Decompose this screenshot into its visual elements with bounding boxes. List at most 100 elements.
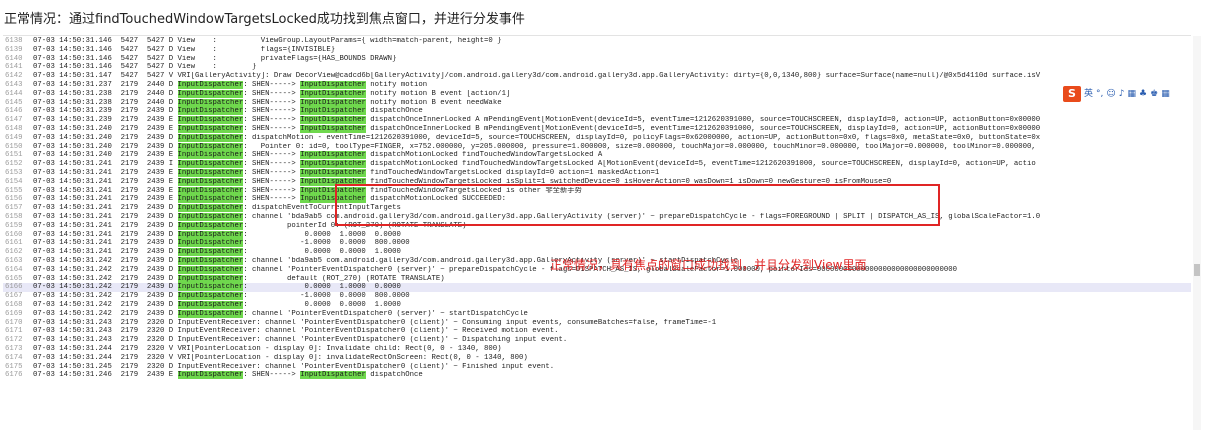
line-number: 6166 [5, 283, 23, 292]
search-highlight: InputDispatcher [300, 81, 366, 89]
log-text: 07-03 14:50:31.237 2179 2440 D [33, 81, 178, 89]
ime-emoji-icon[interactable]: ☺ [1106, 86, 1115, 102]
line-number: 6162 [5, 248, 23, 257]
log-line[interactable]: 6172 07-03 14:50:31.243 2179 2320 D Input… [3, 336, 1191, 345]
log-line[interactable]: 6175 07-03 14:50:31.245 2179 2320 D Input… [3, 363, 1191, 372]
log-viewer[interactable]: 6138 07-03 14:50:31.146 5427 5427 D View … [3, 35, 1191, 433]
line-number: 6146 [5, 107, 23, 116]
search-highlight: InputDispatcher [300, 98, 366, 107]
log-line[interactable]: 6141 07-03 14:50:31.146 5427 5427 D View … [3, 63, 1191, 72]
log-text: 07-03 14:50:31.243 2179 2320 D InputEven… [33, 318, 717, 327]
search-highlight: InputDispatcher [177, 195, 244, 204]
log-line[interactable]: 6153 07-03 14:50:31.241 2179 2439 E Input… [3, 169, 1191, 178]
line-number: 6153 [5, 169, 23, 177]
log-line[interactable]: 6149 07-03 14:50:31.240 2179 2439 D Input… [3, 133, 1191, 143]
log-line[interactable]: 6160 07-03 14:50:31.241 2179 2439 D Input… [3, 230, 1191, 240]
search-highlight: InputDispatcher [177, 169, 244, 177]
ime-skin-icon[interactable]: ♣ [1139, 86, 1147, 102]
line-number: 6158 [5, 213, 23, 221]
search-highlight: InputDispatcher [177, 301, 244, 309]
ime-keyboard-icon[interactable]: ▦ [1128, 86, 1137, 102]
log-line[interactable]: 6176 07-03 14:50:31.246 2179 2439 E Input… [3, 371, 1191, 380]
line-number: 6140 [5, 54, 23, 63]
log-line[interactable]: 6142 07-03 14:50:31.147 5427 5427 V VRI[G… [3, 72, 1191, 81]
log-text: 07-03 14:50:31.241 2179 2439 E [33, 177, 178, 186]
log-line[interactable]: 6166 07-03 14:50:31.242 2179 2439 D Input… [3, 283, 1191, 293]
log-line[interactable]: 6151 07-03 14:50:31.240 2179 2439 E Input… [3, 151, 1191, 160]
screenshot-page: 正常情况：通过findTouchedWindowTargetsLocked成功找… [0, 0, 1213, 433]
ime-toolbar[interactable]: S 英 °, ☺ ♪ ▦ ♣ ♚ ▦ [1063, 86, 1193, 102]
search-highlight: InputDispatcher [300, 186, 366, 195]
log-line[interactable]: 6167 07-03 14:50:31.242 2179 2439 D Input… [3, 292, 1191, 301]
log-line[interactable]: 6144 07-03 14:50:31.238 2179 2440 D Input… [3, 89, 1191, 99]
ime-voice-icon[interactable]: ♪ [1119, 86, 1125, 102]
ime-punctuation-icon[interactable]: °, [1096, 86, 1103, 102]
log-line[interactable]: 6174 07-03 14:50:31.244 2179 2320 V VRI[P… [3, 354, 1191, 363]
log-line[interactable]: 6161 07-03 14:50:31.241 2179 2439 D Input… [3, 239, 1191, 248]
log-text: 07-03 14:50:31.240 2179 2439 E [33, 151, 178, 160]
log-scrollbar[interactable] [1193, 36, 1201, 430]
log-line[interactable]: 6146 07-03 14:50:31.239 2179 2439 D Input… [3, 107, 1191, 116]
log-text: 07-03 14:50:31.239 2179 2439 D [33, 107, 178, 116]
log-text: 07-03 14:50:31.244 2179 2320 V VRI[Point… [33, 345, 502, 353]
search-highlight: InputDispatcher [300, 169, 366, 177]
log-text: : dispatchMotion - eventTime=12126203910… [243, 133, 1041, 142]
log-line[interactable]: 6173 07-03 14:50:31.244 2179 2320 V VRI[P… [3, 345, 1191, 354]
line-number: 6143 [5, 81, 23, 89]
log-line[interactable]: 6155 07-03 14:50:31.241 2179 2439 E Input… [3, 186, 1191, 196]
line-number: 6169 [5, 309, 23, 318]
log-text: dispatchMotionLocked findTouchedWindowTa… [365, 151, 603, 160]
log-text: : SHEN-----> [243, 195, 301, 204]
search-highlight: InputDispatcher [177, 81, 244, 89]
log-line[interactable]: 6171 07-03 14:50:31.243 2179 2320 D Input… [3, 327, 1191, 336]
log-line[interactable]: 6157 07-03 14:50:31.241 2179 2439 D Input… [3, 204, 1191, 213]
log-line[interactable]: 6140 07-03 14:50:31.146 5427 5427 D View … [3, 55, 1191, 64]
log-text: : SHEN-----> [243, 160, 301, 169]
log-line[interactable]: 6154 07-03 14:50:31.241 2179 2439 E Input… [3, 177, 1191, 187]
log-text: dispatchMotionLocked SUCCEEDED: [365, 195, 506, 204]
log-line[interactable]: 6138 07-03 14:50:31.146 5427 5427 D View … [3, 37, 1191, 46]
log-line[interactable]: 6143 07-03 14:50:31.237 2179 2440 D Input… [3, 81, 1191, 90]
log-text: dispatchOnceInnerLocked B mPendingEvent[… [365, 125, 1041, 133]
line-number: 6157 [5, 204, 23, 213]
search-highlight: InputDispatcher [300, 89, 366, 98]
log-line[interactable]: 6170 07-03 14:50:31.243 2179 2320 D Input… [3, 319, 1191, 328]
log-text: : SHEN-----> [243, 98, 301, 107]
log-line[interactable]: 6145 07-03 14:50:31.238 2179 2440 D Input… [3, 98, 1191, 108]
line-number: 6144 [5, 89, 23, 98]
log-line[interactable]: 6139 07-03 14:50:31.146 5427 5427 D View … [3, 46, 1191, 55]
log-line[interactable]: 6159 07-03 14:50:31.241 2179 2439 D Input… [3, 221, 1191, 231]
line-number: 6149 [5, 133, 23, 142]
ime-logo-icon[interactable]: S [1063, 86, 1081, 102]
page-title: 正常情况：通过findTouchedWindowTargetsLocked成功找… [4, 12, 525, 27]
line-number: 6155 [5, 186, 23, 195]
log-text: : -1.0000 0.0000 800.0000 [243, 292, 410, 301]
log-text: 07-03 14:50:31.240 2179 2439 E [33, 125, 178, 133]
ime-menu-icon[interactable]: ▦ [1161, 86, 1170, 102]
log-text: 07-03 14:50:31.241 2179 2439 E [33, 169, 178, 177]
log-text: 07-03 14:50:31.242 2179 2439 D [33, 257, 178, 265]
log-line[interactable]: 6169 07-03 14:50:31.242 2179 2439 D Input… [3, 309, 1191, 319]
log-text: : Pointer 0: id=0, toolType=FINGER, x=75… [243, 142, 1036, 151]
line-number: 6163 [5, 257, 23, 265]
log-text: dispatchOnceInnerLocked A mPendingEvent[… [365, 116, 1041, 125]
log-text: 07-03 14:50:31.240 2179 2439 D [33, 142, 178, 151]
log-line[interactable]: 6156 07-03 14:50:31.241 2179 2439 E Input… [3, 195, 1191, 204]
log-line[interactable]: 6147 07-03 14:50:31.239 2179 2439 E Input… [3, 116, 1191, 125]
log-line[interactable]: 6165 07-03 14:50:31.242 2179 2439 D Input… [3, 274, 1191, 284]
log-text: notify motion B event needWake [365, 98, 502, 107]
log-text: : SHEN-----> [243, 371, 301, 380]
ime-user-icon[interactable]: ♚ [1150, 86, 1158, 102]
search-highlight: InputDispatcher [177, 309, 244, 318]
log-line[interactable]: 6148 07-03 14:50:31.240 2179 2439 E Input… [3, 125, 1191, 134]
log-line[interactable]: 6158 07-03 14:50:31.241 2179 2439 D Input… [3, 213, 1191, 222]
log-text: 07-03 14:50:31.241 2179 2439 D [33, 230, 178, 239]
log-line[interactable]: 6152 07-03 14:50:31.241 2179 2439 I Input… [3, 160, 1191, 169]
log-line[interactable]: 6150 07-03 14:50:31.240 2179 2439 D Input… [3, 142, 1191, 152]
log-line[interactable]: 6168 07-03 14:50:31.242 2179 2439 D Input… [3, 301, 1191, 310]
scrollbar-thumb[interactable] [1194, 264, 1200, 276]
line-number: 6141 [5, 63, 23, 72]
line-number: 6173 [5, 345, 23, 353]
ime-language-toggle[interactable]: 英 [1084, 86, 1093, 102]
log-text: 07-03 14:50:31.241 2179 2439 D [33, 239, 178, 248]
